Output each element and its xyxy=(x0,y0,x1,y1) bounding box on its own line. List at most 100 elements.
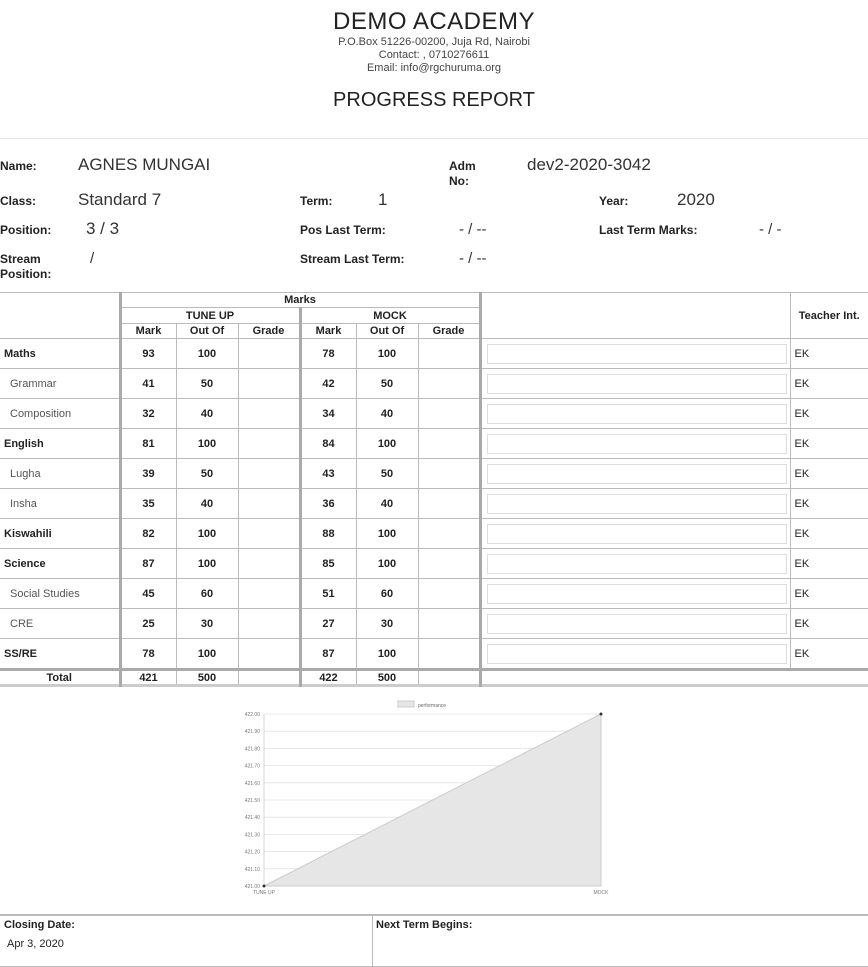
out-of-tune-up: 50 xyxy=(175,458,239,489)
subject-name: Science xyxy=(0,548,122,579)
y-tick-label: 421.40 xyxy=(245,815,261,821)
comment-field[interactable] xyxy=(486,433,787,454)
comment-field[interactable] xyxy=(486,463,787,484)
col-out-of: Out Of xyxy=(355,323,419,339)
teacher-initials: EK xyxy=(789,638,868,670)
mark-tune-up: 41 xyxy=(119,368,177,399)
teacher-initials: EK xyxy=(789,578,868,609)
comment-field[interactable] xyxy=(486,583,787,604)
next-term-label: Next Term Begins: xyxy=(376,919,473,931)
grade-tune-up xyxy=(237,578,302,609)
mark-mock: 42 xyxy=(299,368,357,399)
school-address: P.O.Box 51226-00200, Juja Rd, Nairobi xyxy=(338,36,530,48)
term-value: 1 xyxy=(378,190,388,209)
position-label: Position: xyxy=(0,223,52,237)
y-tick-label: 421.30 xyxy=(245,832,261,838)
subject-name: CRE xyxy=(0,608,122,639)
pos-last-term-value: - / -- xyxy=(459,221,487,238)
subject-name: Insha xyxy=(0,488,122,519)
comment-field[interactable] xyxy=(486,493,787,514)
total-mark-tune-up: 421 xyxy=(119,669,177,686)
teacher-initials: EK xyxy=(789,488,868,519)
x-tick-label: TUNE UP xyxy=(253,890,276,896)
teacher-initials: EK xyxy=(789,548,868,579)
teacher-initials: EK xyxy=(789,608,868,639)
performance-chart: performance 422.00 421.90 421.80 421.70 421.6… xyxy=(245,700,609,896)
comment-field[interactable] xyxy=(486,373,787,394)
subject-name: Kiswahili xyxy=(0,518,122,549)
data-point xyxy=(599,712,603,716)
comment-field[interactable] xyxy=(486,403,787,424)
grade-mock xyxy=(417,608,482,639)
mark-mock: 87 xyxy=(299,638,357,670)
teacher-initials: EK xyxy=(789,518,868,549)
subject-header-cell xyxy=(0,292,122,339)
out-of-mock: 100 xyxy=(355,518,419,549)
teacher-initials: EK xyxy=(789,368,868,399)
out-of-mock: 40 xyxy=(355,488,419,519)
subject-name: Maths xyxy=(0,338,122,369)
grade-mock xyxy=(417,518,482,549)
mark-tune-up: 39 xyxy=(119,458,177,489)
total-out-of-mock: 500 xyxy=(355,669,419,686)
mark-mock: 36 xyxy=(299,488,357,519)
stream-position-label: Stream Position: xyxy=(0,252,52,281)
grade-mock xyxy=(417,458,482,489)
table-row: English 81 100 84 100 EK xyxy=(0,428,868,459)
grade-tune-up xyxy=(237,638,302,670)
comment-field[interactable] xyxy=(486,553,787,574)
out-of-mock: 100 xyxy=(355,338,419,369)
closing-date-value: Apr 3, 2020 xyxy=(7,938,64,950)
class-value: Standard 7 xyxy=(78,190,162,209)
mark-tune-up: 25 xyxy=(119,608,177,639)
total-grade-mock xyxy=(417,669,482,686)
comment-cell xyxy=(479,488,791,519)
out-of-mock: 30 xyxy=(355,608,419,639)
grade-mock xyxy=(417,398,482,429)
last-term-marks-label: Last Term Marks: xyxy=(599,223,698,237)
teacher-initials: EK xyxy=(789,398,868,429)
grade-tune-up xyxy=(237,518,302,549)
term-label: Term: xyxy=(300,194,333,208)
grade-mock xyxy=(417,488,482,519)
comment-cell xyxy=(479,608,791,639)
total-label: Total xyxy=(0,669,122,686)
total-grade-tune-up xyxy=(237,669,302,686)
pos-last-term-label: Pos Last Term: xyxy=(300,223,386,237)
year-label: Year: xyxy=(599,194,629,208)
out-of-mock: 100 xyxy=(355,428,419,459)
comment-field[interactable] xyxy=(486,523,787,544)
comment-cell xyxy=(479,518,791,549)
out-of-tune-up: 100 xyxy=(175,638,239,670)
out-of-mock: 60 xyxy=(355,578,419,609)
y-tick-label: 421.20 xyxy=(245,850,261,856)
out-of-tune-up: 50 xyxy=(175,368,239,399)
comment-field[interactable] xyxy=(486,613,787,634)
next-term-cell: Next Term Begins: xyxy=(373,916,868,966)
y-tick-label: 421.90 xyxy=(245,729,261,735)
grade-mock xyxy=(417,338,482,369)
teacher-initials: EK xyxy=(789,428,868,459)
comment-field[interactable] xyxy=(486,343,787,364)
out-of-mock: 100 xyxy=(355,638,419,670)
subject-name: English xyxy=(0,428,122,459)
footer: Closing Date: Apr 3, 2020 Next Term Begi… xyxy=(0,914,868,967)
adm-label: Adm No: xyxy=(449,159,476,188)
table-row: CRE 25 30 27 30 EK xyxy=(0,608,868,639)
y-tick-label: 421.10 xyxy=(245,867,261,873)
col-mark: Mark xyxy=(299,323,357,339)
year-value: 2020 xyxy=(677,190,715,209)
subject-name: SS/RE xyxy=(0,638,122,670)
mark-tune-up: 45 xyxy=(119,578,177,609)
mark-tune-up: 78 xyxy=(119,638,177,670)
out-of-tune-up: 30 xyxy=(175,608,239,639)
name-label: Name: xyxy=(0,159,37,173)
stream-position-value: / xyxy=(90,250,95,267)
comment-field[interactable] xyxy=(486,643,787,664)
out-of-mock: 50 xyxy=(355,458,419,489)
table-row: SS/RE 78 100 87 100 EK xyxy=(0,638,868,670)
table-row: Insha 35 40 36 40 EK xyxy=(0,488,868,519)
subject-name: Composition xyxy=(0,398,122,429)
total-out-of-tune-up: 500 xyxy=(175,669,239,686)
y-tick-label: 421.50 xyxy=(245,798,261,804)
